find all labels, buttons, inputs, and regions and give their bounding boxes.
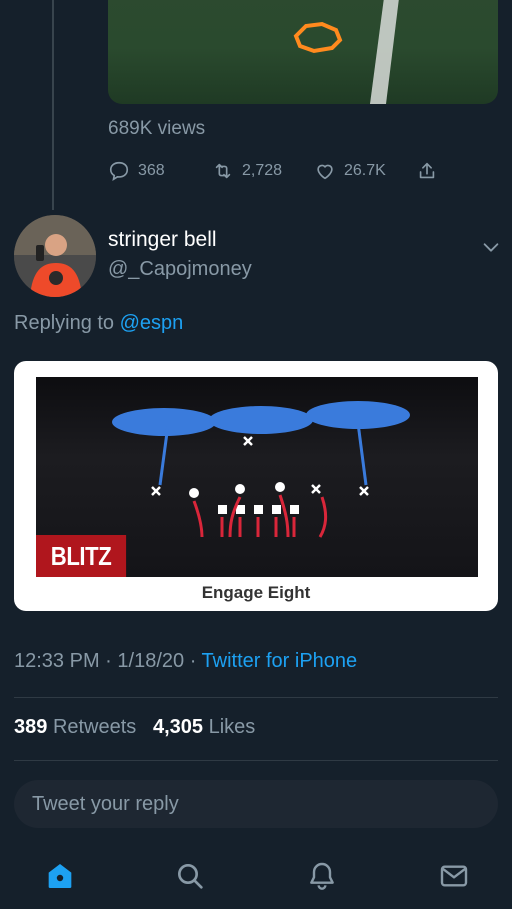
reply-icon: [109, 161, 129, 181]
thread-connector-line: [52, 0, 54, 210]
like-count: 26.7K: [344, 162, 386, 179]
likes-stat[interactable]: 4,305 Likes: [153, 716, 255, 738]
chevron-down-icon[interactable]: [480, 236, 502, 258]
heart-icon: [317, 164, 333, 180]
tweet-timestamp: 12:33 PM · 1/18/20 · Twitter for iPhone: [14, 650, 358, 672]
bottom-nav: [0, 850, 512, 909]
avatar-photo-graphic: [14, 215, 96, 297]
home-icon[interactable]: [44, 860, 76, 892]
views-count: 689K views: [108, 118, 206, 139]
tweet-image-card[interactable]: BLITZ Engage Eight: [14, 361, 498, 611]
tweet-time: 12:33 PM: [14, 650, 100, 672]
retweets-stat[interactable]: 389 Retweets: [14, 716, 136, 738]
video-thumbnail[interactable]: [108, 0, 498, 104]
retweets-label: Retweets: [52, 716, 137, 738]
share-icon: [419, 162, 435, 179]
avatar[interactable]: [14, 215, 96, 297]
engagement-counts: 389 Retweets 4,305 Likes: [14, 716, 255, 739]
retweet-action[interactable]: 2,728: [212, 160, 282, 182]
field-scene-graphic: [293, 0, 399, 104]
replying-to-line: Replying to @espn: [14, 312, 183, 335]
retweets-total: 389: [14, 716, 48, 738]
retweet-count: 2,728: [242, 162, 283, 179]
blitz-badge: BLITZ: [36, 535, 127, 577]
reply-action[interactable]: 368: [108, 160, 165, 182]
like-action[interactable]: 26.7K: [314, 160, 386, 182]
likes-label: Likes: [208, 716, 256, 738]
divider: [14, 697, 498, 698]
likes-total: 4,305: [152, 716, 204, 738]
user-handle[interactable]: @_Capojmoney: [108, 258, 252, 281]
tweet-source[interactable]: Twitter for iPhone: [202, 650, 358, 672]
play-diagram-image: BLITZ: [36, 377, 478, 577]
replying-to-link[interactable]: @espn: [120, 312, 184, 334]
image-caption: Engage Eight: [201, 583, 311, 602]
search-icon[interactable]: [174, 860, 206, 892]
messages-icon[interactable]: [438, 860, 470, 892]
divider: [14, 760, 498, 761]
display-name[interactable]: stringer bell: [108, 228, 217, 252]
share-action[interactable]: [416, 160, 438, 182]
retweet-icon: [215, 163, 231, 179]
reply-count: 368: [138, 162, 165, 179]
notifications-icon[interactable]: [306, 860, 338, 892]
replying-to-label: Replying to: [14, 312, 115, 334]
tweet-date: 1/18/20: [117, 650, 185, 672]
reply-input[interactable]: Tweet your reply: [14, 780, 498, 828]
